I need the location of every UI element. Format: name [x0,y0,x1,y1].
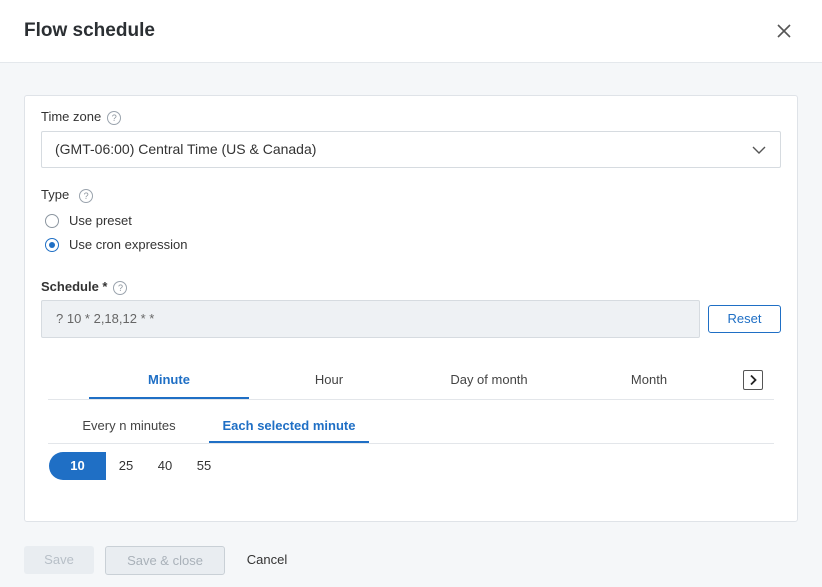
minute-chip-40[interactable]: 40 [150,452,180,480]
dialog-title: Flow schedule [24,20,155,41]
minute-chip-55[interactable]: 55 [189,452,219,480]
timezone-select[interactable]: (GMT-06:00) Central Time (US & Canada) [41,131,781,168]
tabs-next-button[interactable] [743,370,763,390]
type-label: Type? [41,187,94,203]
radio-button[interactable] [45,214,59,228]
unit-tabs: Minute Hour Day of month Month [48,366,774,400]
radio-button-selected[interactable] [45,238,59,252]
mode-tabs: Every n minutes Each selected minute [48,411,774,444]
schedule-panel: Time zone? (GMT-06:00) Central Time (US … [24,95,798,522]
tab-every-n-minutes[interactable]: Every n minutes [65,411,193,441]
save-close-button[interactable]: Save & close [105,546,225,575]
save-button[interactable]: Save [24,546,94,574]
schedule-expression-field[interactable]: ? 10 * 2,18,12 * * [41,300,700,338]
dialog-header: Flow schedule [0,0,822,63]
cancel-button[interactable]: Cancel [236,546,298,574]
tab-day-of-month[interactable]: Day of month [409,366,569,397]
close-icon[interactable] [774,21,794,41]
help-icon[interactable]: ? [107,110,122,125]
timezone-label: Time zone? [41,109,122,125]
minute-chip-10[interactable]: 10 [49,452,106,480]
minute-chip-25[interactable]: 25 [111,452,141,480]
tab-hour[interactable]: Hour [249,366,409,397]
chevron-right-icon [750,374,757,386]
schedule-label: Schedule *? [41,279,128,295]
timezone-value: (GMT-06:00) Central Time (US & Canada) [55,141,317,157]
reset-button[interactable]: Reset [708,305,781,333]
tab-each-selected-minute[interactable]: Each selected minute [209,411,369,443]
chevron-down-icon [752,143,766,157]
help-icon[interactable]: ? [113,280,128,295]
tab-minute[interactable]: Minute [89,366,249,399]
help-icon[interactable]: ? [79,188,94,203]
tab-month[interactable]: Month [569,366,729,397]
